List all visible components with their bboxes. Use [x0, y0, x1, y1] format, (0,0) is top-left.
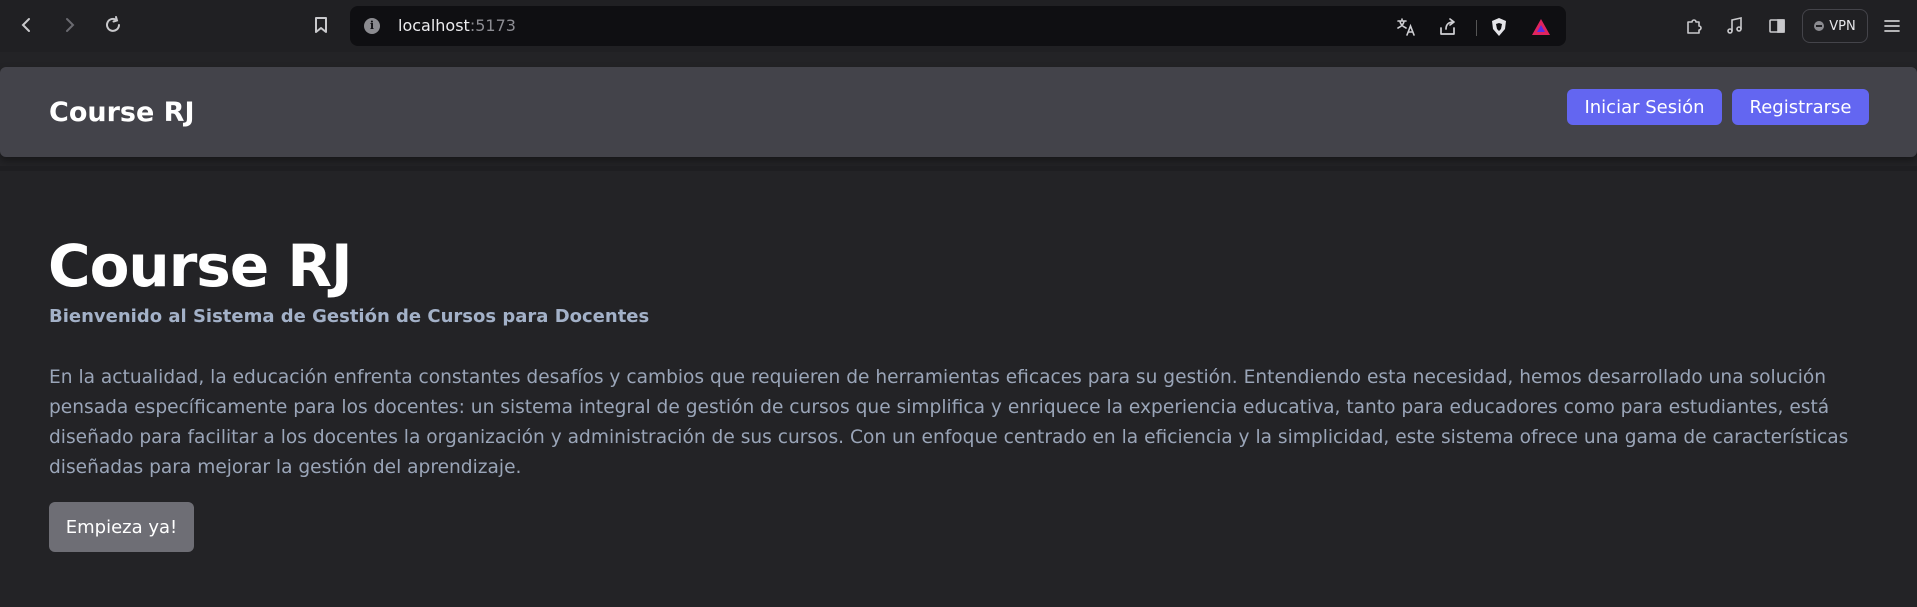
bookmark-icon[interactable] — [308, 12, 334, 38]
back-icon[interactable] — [14, 12, 40, 38]
get-started-button[interactable]: Empieza ya! — [49, 502, 194, 552]
url-separator — [1476, 20, 1477, 36]
register-button[interactable]: Registrarse — [1732, 89, 1869, 125]
browser-toolbar: i localhost:5173 VPN — [0, 0, 1917, 52]
forward-icon[interactable] — [56, 12, 82, 38]
sidebar-icon[interactable] — [1765, 14, 1789, 38]
hero-title: Course RJ — [48, 232, 353, 300]
app-header: Course RJ Iniciar Sesión Registrarse — [0, 67, 1917, 157]
media-icon[interactable] — [1723, 14, 1747, 38]
translate-icon[interactable] — [1395, 16, 1417, 38]
reload-icon[interactable] — [100, 12, 126, 38]
brave-shield-icon[interactable] — [1488, 16, 1510, 38]
share-icon[interactable] — [1437, 16, 1459, 38]
vpn-button[interactable]: VPN — [1802, 9, 1868, 43]
url-host: localhost — [398, 16, 470, 35]
url-text[interactable]: localhost:5173 — [398, 16, 516, 35]
header-divider — [0, 166, 1917, 171]
hero-description: En la actualidad, la educación enfrenta … — [49, 367, 1849, 478]
extensions-icon[interactable] — [1682, 14, 1706, 38]
vpn-label: VPN — [1829, 18, 1856, 34]
menu-icon[interactable] — [1880, 14, 1904, 38]
address-bar[interactable]: i localhost:5173 — [350, 6, 1566, 46]
url-port: :5173 — [469, 16, 516, 35]
info-icon[interactable]: i — [364, 18, 380, 34]
brave-rewards-icon[interactable] — [1530, 16, 1552, 38]
login-button[interactable]: Iniciar Sesión — [1567, 89, 1722, 125]
vpn-status-icon — [1814, 21, 1825, 31]
hero-subtitle: Bienvenido al Sistema de Gestión de Curs… — [49, 306, 650, 327]
brand-logo[interactable]: Course RJ — [49, 97, 195, 128]
